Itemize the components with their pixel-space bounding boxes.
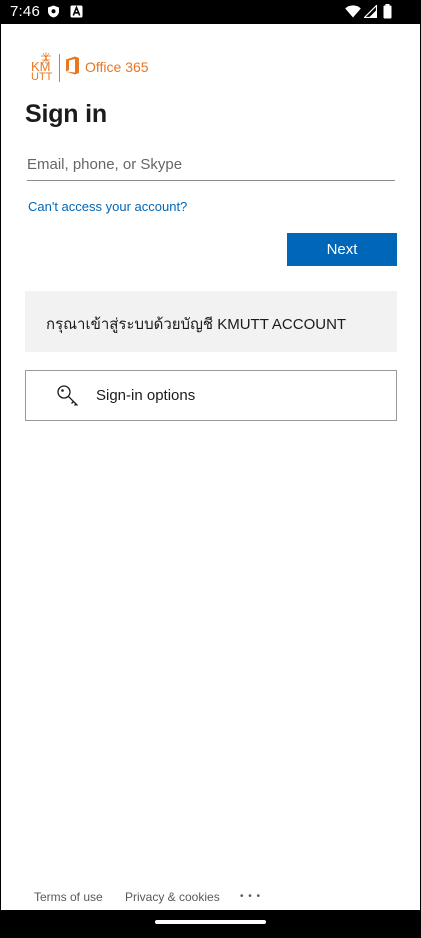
kmutt-logo: KM UTT [29, 52, 55, 86]
navigation-bar [0, 910, 421, 938]
signal-icon [364, 5, 377, 18]
a-icon [70, 5, 83, 18]
status-bar: 7:46 [0, 0, 421, 24]
kmutt-account-banner: กรุณาเข้าสู่ระบบด้วยบัญชี KMUTT ACCOUNT [25, 291, 397, 352]
office-product-name: Office 365 [85, 59, 149, 75]
wifi-icon [345, 5, 361, 18]
email-input[interactable] [27, 150, 395, 181]
banner-text: กรุณาเข้าสู่ระบบด้วยบัญชี KMUTT ACCOUNT [46, 316, 347, 333]
next-button[interactable]: Next [287, 233, 397, 266]
cant-access-account-link[interactable]: Can't access your account? [28, 199, 187, 214]
sign-in-options-label: Sign-in options [96, 387, 196, 404]
more-options-button[interactable]: • • • [240, 891, 261, 902]
kmutt-line2: UTT [31, 71, 53, 83]
office-icon [66, 56, 79, 75]
key-icon [57, 385, 78, 406]
status-time: 7:46 [10, 3, 40, 20]
terms-of-use-link[interactable]: Terms of use [34, 890, 103, 904]
logo-divider [59, 54, 60, 82]
sign-in-screen: KM UTT Office 365 Sign in Can't access y… [1, 24, 420, 910]
home-gesture-handle[interactable] [155, 920, 266, 924]
privacy-cookies-link[interactable]: Privacy & cookies [125, 890, 220, 904]
sign-in-options-button[interactable]: Sign-in options [25, 370, 397, 421]
shield-icon [48, 5, 59, 18]
battery-icon [383, 4, 392, 19]
page-title: Sign in [25, 100, 107, 128]
